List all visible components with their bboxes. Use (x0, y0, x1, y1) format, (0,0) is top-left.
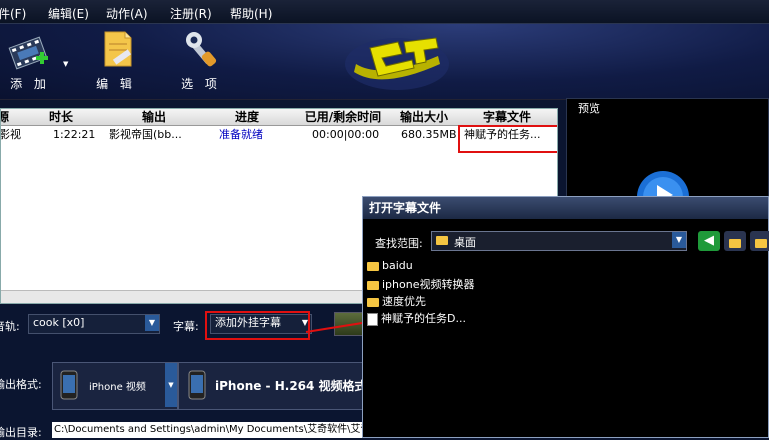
list-item[interactable]: 神赋予的任务D... (367, 310, 466, 326)
column-header-time[interactable]: 已用/剩余时间 (293, 109, 394, 126)
audio-track-label: 音轨: (0, 320, 20, 333)
cell-time: 00:00|00:00 (312, 128, 380, 141)
file-icon (367, 312, 378, 326)
format-profile-value: iPhone - H.264 视频格式(* (215, 379, 379, 393)
subtitle-select-highlight (205, 311, 310, 340)
folder-icon (367, 261, 379, 271)
cell-progress: 准备就绪 (219, 128, 263, 141)
options-label: 选 项 (181, 77, 221, 91)
audio-track-value: cook [x0] (33, 316, 85, 329)
list-item[interactable]: iphone视频转换器 (367, 276, 474, 291)
edit-document-icon (104, 31, 132, 67)
cell-size: 680.35MB (401, 128, 457, 141)
toolbar: 添 加 ▼ 编 辑 选 项 (0, 24, 769, 100)
add-dropdown-arrow[interactable]: ▼ (63, 60, 68, 68)
lookin-label: 查找范围: (375, 237, 423, 250)
chevron-down-icon: ▼ (672, 232, 686, 248)
iphone-icon (60, 370, 78, 400)
column-header-duration[interactable]: 时长 (15, 109, 108, 126)
menu-edit[interactable]: 编辑(E) (48, 5, 89, 22)
file-name: baidu (382, 259, 413, 272)
menu-bar: 文件(F) 编辑(E) 动作(A) 注册(R) 帮助(H) (0, 0, 769, 24)
column-header-subtitle[interactable]: 字幕文件 (455, 109, 557, 126)
up-folder-icon[interactable] (724, 231, 746, 251)
chevron-down-icon: ▼ (165, 363, 177, 407)
preview-label: 预览 (578, 102, 600, 115)
menu-help[interactable]: 帮助(H) (230, 5, 272, 22)
subtitle-label: 字幕: (173, 320, 199, 333)
output-format-label: 输出格式: (0, 378, 42, 391)
folder-icon (367, 297, 379, 307)
format-profile-select[interactable]: iPhone - H.264 视频格式(* (178, 362, 378, 410)
open-subtitle-dialog: 打开字幕文件 查找范围: 桌面 ▼ ◀ baidu iphone视频转换器 速度… (362, 196, 769, 438)
edit-button[interactable]: 编 辑 (86, 30, 146, 96)
output-dir-field[interactable]: C:\Documents and Settings\admin\My Docum… (52, 422, 364, 438)
lookin-select[interactable]: 桌面 ▼ (431, 231, 687, 251)
desktop-folder-icon (436, 236, 448, 245)
file-name: iphone视频转换器 (382, 278, 475, 291)
file-name: 速度优先 (382, 295, 426, 308)
back-arrow-icon[interactable]: ◀ (698, 231, 720, 251)
new-folder-icon[interactable] (750, 231, 769, 251)
device-select[interactable]: iPhone 视频 ▼ (52, 362, 178, 410)
add-label: 添 加 (10, 77, 50, 91)
cell-output: 影视帝国(bb... (109, 128, 182, 141)
cell-source: 影视帝... (0, 128, 21, 141)
wrench-icon (186, 32, 217, 67)
menu-register[interactable]: 注册(R) (170, 5, 212, 22)
add-button[interactable]: 添 加 (0, 30, 60, 96)
dialog-title: 打开字幕文件 (363, 197, 768, 219)
folder-icon (367, 280, 379, 290)
app-logo-icon (345, 37, 449, 90)
iphone-icon (188, 370, 206, 400)
list-item[interactable]: baidu (367, 259, 413, 274)
chevron-down-icon: ▼ (145, 315, 159, 331)
subtitle-cell-highlight (458, 125, 557, 153)
file-name: 神赋予的任务D... (381, 312, 466, 325)
column-header-output[interactable]: 输出 (107, 109, 202, 126)
audio-track-select[interactable]: cook [x0] ▼ (28, 314, 160, 334)
column-header-progress[interactable]: 进度 (201, 109, 294, 126)
device-value: iPhone 视频 (89, 382, 146, 393)
cell-duration: 1:22:21 (53, 128, 96, 141)
edit-label: 编 辑 (96, 77, 136, 91)
menu-action[interactable]: 动作(A) (106, 5, 148, 22)
column-header-source[interactable]: 源 (1, 109, 16, 126)
film-add-icon (8, 36, 48, 70)
column-header-size[interactable]: 输出大小 (393, 109, 456, 126)
menu-file[interactable]: 文件(F) (0, 5, 26, 22)
options-button[interactable]: 选 项 (171, 30, 231, 96)
lookin-value: 桌面 (454, 236, 476, 249)
list-item[interactable]: 速度优先 (367, 293, 426, 308)
